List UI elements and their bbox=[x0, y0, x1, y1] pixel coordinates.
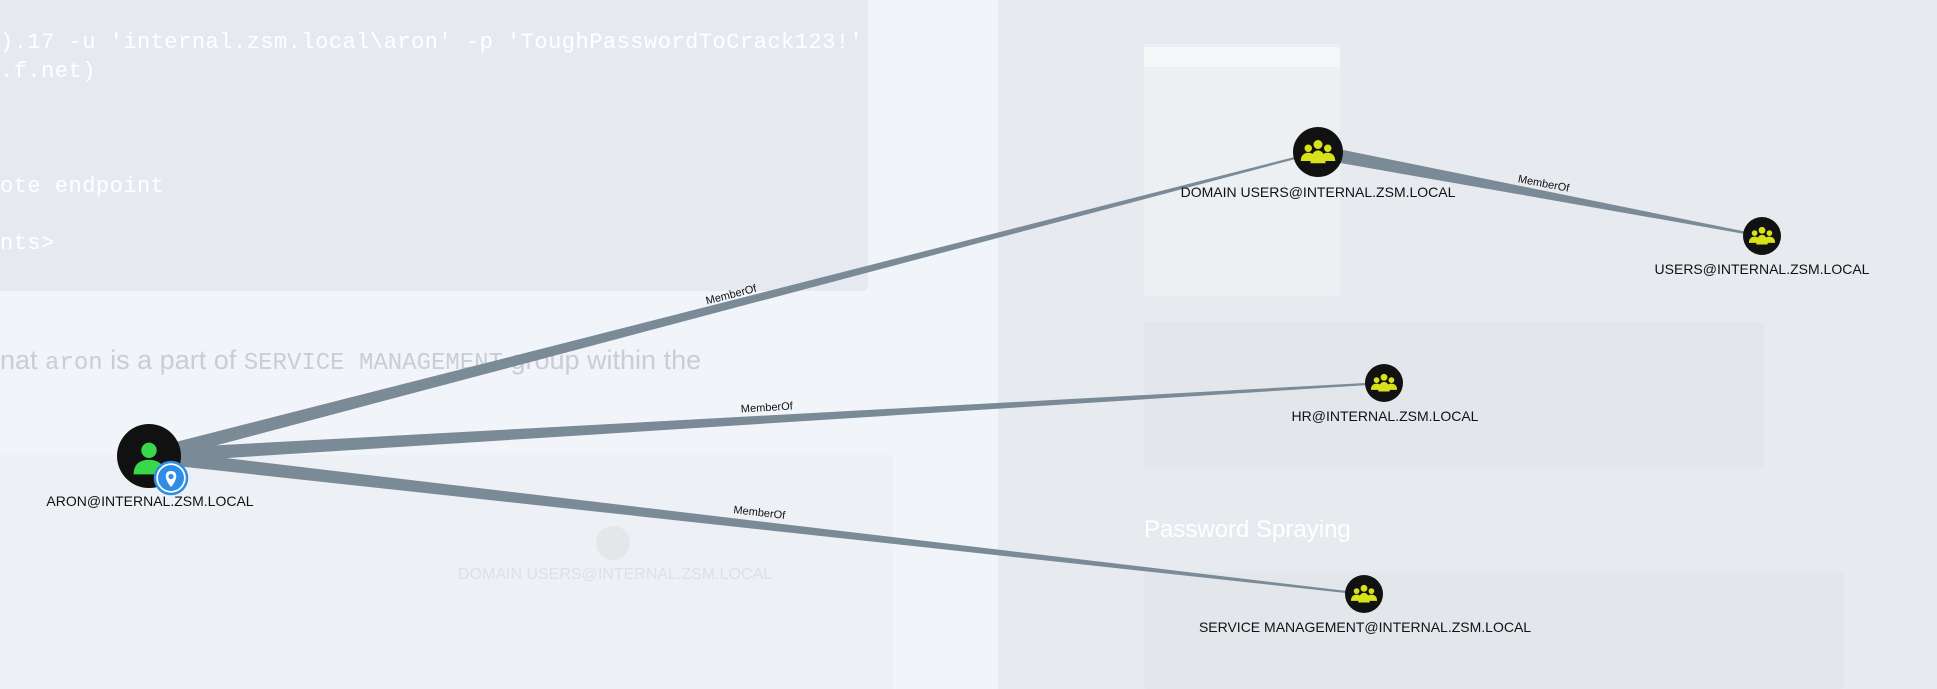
edge-aron-to-service_mgmt[interactable] bbox=[148, 449, 1365, 595]
node-label-domain_users[interactable]: DOMAIN USERS@INTERNAL.ZSM.LOCAL bbox=[1181, 184, 1456, 200]
node-label-aron[interactable]: ARON@INTERNAL.ZSM.LOCAL bbox=[46, 493, 253, 509]
nodes-layer bbox=[117, 127, 1781, 613]
node-users[interactable] bbox=[1743, 217, 1781, 255]
node-domain_users[interactable] bbox=[1293, 127, 1343, 177]
edge-label: MemberOf bbox=[741, 400, 795, 415]
node-service_mgmt[interactable] bbox=[1345, 575, 1383, 613]
edge-aron-to-hr[interactable] bbox=[148, 382, 1385, 463]
node-label-users[interactable]: USERS@INTERNAL.ZSM.LOCAL bbox=[1655, 261, 1870, 277]
node-label-service_mgmt[interactable]: SERVICE MANAGEMENT@INTERNAL.ZSM.LOCAL bbox=[1199, 619, 1531, 635]
relationship-graph[interactable]: MemberOfMemberOfMemberOfMemberOf bbox=[0, 0, 1937, 689]
node-hr[interactable] bbox=[1365, 364, 1403, 402]
map-pin-icon bbox=[153, 460, 189, 496]
edge-aron-to-domain_users[interactable] bbox=[147, 151, 1319, 463]
node-label-hr[interactable]: HR@INTERNAL.ZSM.LOCAL bbox=[1292, 408, 1479, 424]
edges-layer: MemberOfMemberOfMemberOfMemberOf bbox=[147, 145, 1763, 595]
node-aron[interactable] bbox=[117, 424, 189, 496]
